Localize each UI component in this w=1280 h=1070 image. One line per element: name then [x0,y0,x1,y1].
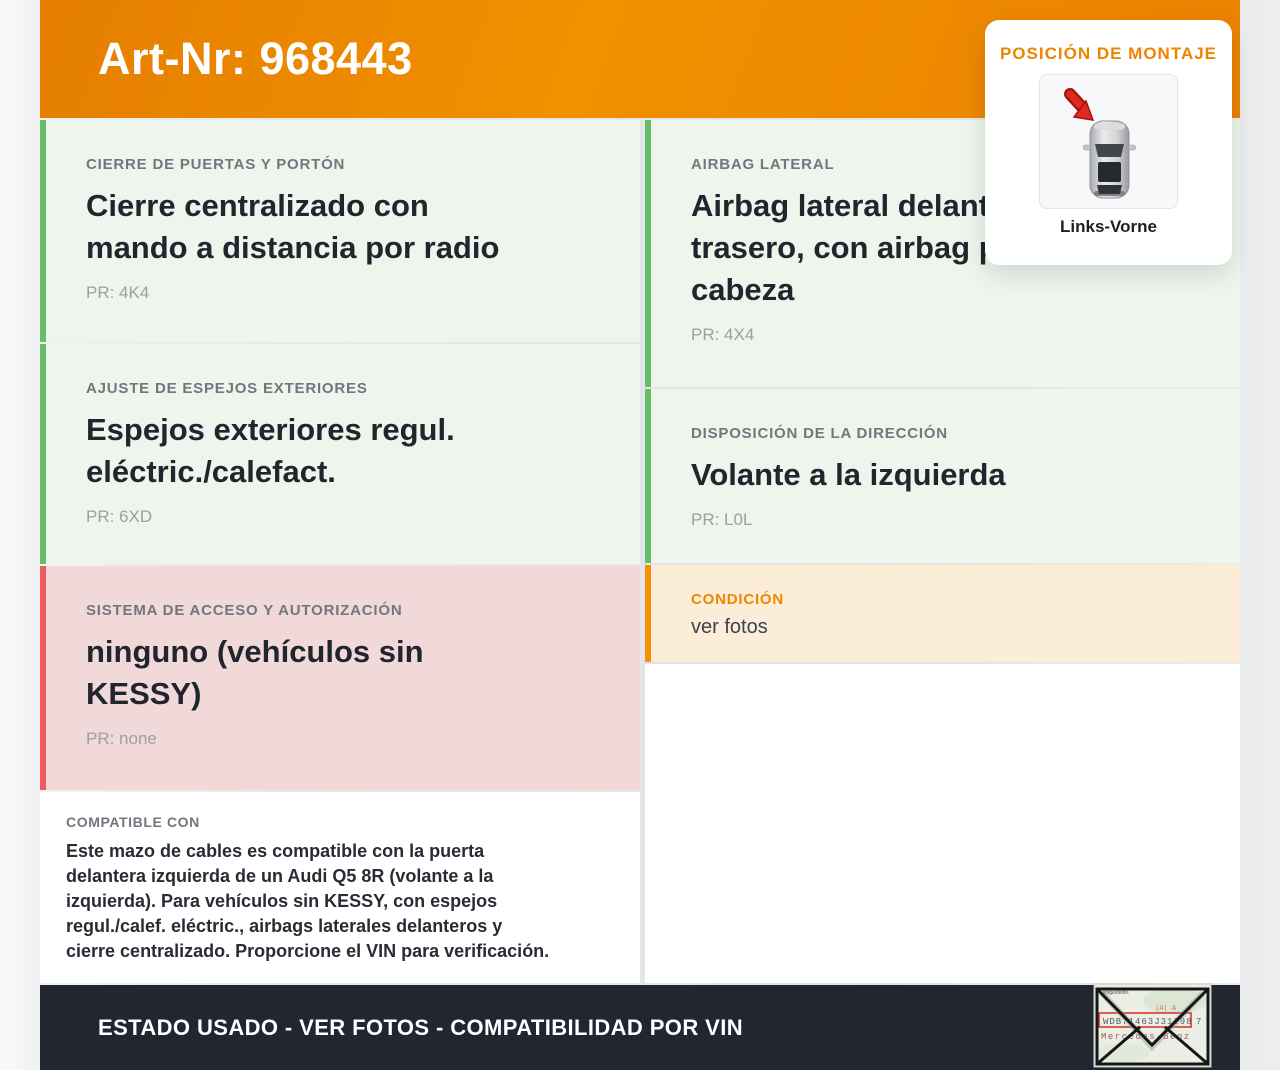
card-sistema-acceso: SISTEMA DE ACCESO Y AUTORIZACIÓN ninguno… [40,566,640,790]
card-cierre-centralizado: CIERRE DE PUERTAS Y PORTÓN Cierre centra… [40,120,640,342]
card-label: AJUSTE DE ESPEJOS EXTERIORES [86,380,368,397]
envelope-over-registration-icon: Fahrgestellnr. |4| A WDB71463J31298 7 Me… [1093,983,1212,1068]
card-label: SISTEMA DE ACCESO Y AUTORIZACIÓN [86,602,403,619]
article-number-title: Art-Nr: 968443 [98,33,413,84]
vin-document-envelope-graphic: Fahrgestellnr. |4| A WDB71463J31298 7 Me… [1093,983,1212,1068]
pr-code: PR: 4X4 [691,325,755,344]
left-mirror [1083,144,1091,151]
card-disposicion-direccion: DISPOSICIÓN DE LA DIRECCIÓN Volante a la… [645,389,1240,563]
rear-window [1097,185,1122,194]
registration-document: Fahrgestellnr. |4| A WDB71463J31298 7 Me… [1093,983,1212,1068]
card-compatible-con: COMPATIBLE CON Este mazo de cables es co… [40,792,640,983]
card-title: Volante a la izquierda [691,457,1006,492]
card-title: Espejos exteriores regul. eléctric./cale… [86,412,455,489]
card-label: CONDICIÓN [691,591,785,608]
card-espejos-exteriores: AJUSTE DE ESPEJOS EXTERIORES Espejos ext… [40,344,640,564]
condition-value: ver fotos [691,616,768,638]
card-label: COMPATIBLE CON [66,814,200,830]
right-mirror [1128,144,1136,151]
right-column-empty-area [645,664,1240,983]
car-position-image-frame [1039,74,1178,209]
footer-banner: ESTADO USADO - VER FOTOS - COMPATIBILIDA… [40,985,1240,1070]
card-condicion: CONDICIÓN ver fotos [645,565,1240,662]
pr-code: PR: none [86,729,157,748]
doc-mark: |4| A [1155,1005,1177,1013]
pr-code: PR: 6XD [86,507,153,526]
card-label: CIERRE DE PUERTAS Y PORTÓN [86,156,346,173]
mounting-position-card: POSICIÓN DE MONTAJE Links-Vorne [985,20,1232,265]
pr-code: PR: L0L [691,510,753,529]
red-arrow-icon [1064,88,1095,121]
card-label: DISPOSICIÓN DE LA DIRECCIÓN [691,425,948,442]
footer-text: ESTADO USADO - VER FOTOS - COMPATIBILIDA… [98,1014,743,1040]
sunroof [1098,162,1121,182]
compatibility-description: Este mazo de cables es compatible con la… [66,841,550,961]
card-title: Cierre centralizado con mando a distanci… [86,188,500,265]
windshield [1095,144,1124,157]
pr-code: PR: 4K4 [86,283,150,302]
mounting-position-label: POSICIÓN DE MONTAJE [999,44,1218,63]
car-top-view-icon [1064,88,1136,199]
mounting-position-value: Links-Vorne [1060,217,1157,236]
card-title: ninguno (vehículos sin KESSY) [86,634,424,711]
listing-page: Art-Nr: 968443 CIERRE DE PUERTAS Y PORTÓ… [0,0,1280,1070]
vin-suffix: 7 [1196,1017,1201,1027]
